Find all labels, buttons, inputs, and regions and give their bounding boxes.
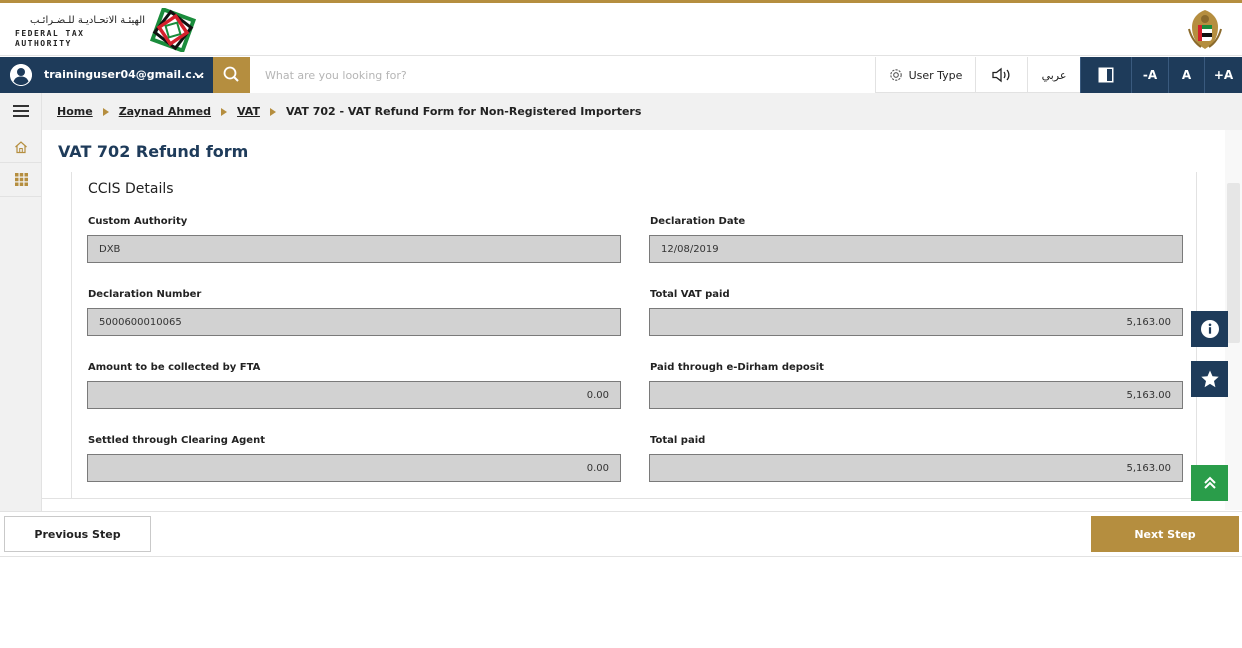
declaration-number-label: Declaration Number	[88, 289, 202, 300]
edirham-paid-label: Paid through e-Dirham deposit	[650, 362, 824, 373]
next-step-button[interactable]: Next Step	[1091, 516, 1239, 552]
sidebar-apps-button[interactable]	[0, 163, 42, 197]
previous-step-button[interactable]: Previous Step	[4, 516, 151, 552]
ccis-details-card: CCIS Details Custom Authority DXB Declar…	[71, 172, 1197, 498]
breadcrumb-home-link[interactable]: Home	[57, 105, 93, 118]
star-icon	[1200, 370, 1219, 388]
search-icon	[223, 66, 239, 82]
edirham-paid-field: 5,163.00	[649, 381, 1183, 409]
chevron-down-icon	[194, 72, 204, 79]
favorite-button[interactable]	[1191, 361, 1228, 397]
uae-emblem-icon	[1188, 10, 1222, 49]
fta-logo-icon[interactable]	[150, 8, 196, 52]
search-input[interactable]	[250, 57, 875, 93]
total-vat-paid-field: 5,163.00	[649, 308, 1183, 336]
menu-toggle-button[interactable]	[0, 93, 42, 129]
custom-authority-field: DXB	[87, 235, 621, 263]
hamburger-icon	[13, 105, 29, 117]
info-icon	[1200, 320, 1219, 338]
font-increase-button[interactable]: +A	[1204, 57, 1242, 93]
arabic-language-link[interactable]: عربي	[1027, 57, 1080, 93]
grid-icon	[14, 173, 28, 186]
logo-arabic-text: الهيئـة الاتحـاديـة للـضـرائـب	[29, 15, 145, 26]
user-avatar-icon	[10, 64, 32, 86]
font-decrease-button[interactable]: -A	[1131, 57, 1168, 93]
total-vat-paid-label: Total VAT paid	[650, 289, 730, 300]
contrast-icon	[1098, 67, 1114, 83]
amount-collected-field: 0.00	[87, 381, 621, 409]
sidebar-home-button[interactable]	[0, 131, 42, 163]
home-icon	[15, 140, 27, 153]
amount-collected-label: Amount to be collected by FTA	[88, 362, 261, 373]
clearing-agent-field: 0.00	[87, 454, 621, 482]
user-type-button[interactable]: User Type	[875, 57, 975, 93]
breadcrumb-separator-icon	[269, 107, 276, 116]
gear-icon	[889, 69, 902, 81]
total-paid-label: Total paid	[650, 435, 706, 446]
logo-english-text: FEDERAL TAX AUTHORITY	[15, 29, 85, 48]
top-toolbar: traininguser04@gmail.c... User Type عربي…	[0, 57, 1242, 93]
section-title: CCIS Details	[88, 181, 174, 197]
user-type-label: User Type	[908, 68, 963, 82]
breadcrumb-separator-icon	[102, 107, 109, 116]
speaker-icon	[991, 67, 1010, 83]
double-chevron-up-icon	[1203, 476, 1216, 489]
page-title: VAT 702 Refund form	[58, 142, 249, 161]
form-footer: Previous Step Next Step	[0, 511, 1242, 557]
user-account-menu[interactable]: traininguser04@gmail.c...	[0, 57, 213, 93]
scroll-to-top-button[interactable]	[1191, 465, 1228, 501]
scrollbar-thumb[interactable]	[1227, 183, 1240, 343]
declaration-date-field: 12/08/2019	[649, 235, 1183, 263]
site-header: الهيئـة الاتحـاديـة للـضـرائـب FEDERAL T…	[0, 3, 1242, 56]
declaration-date-label: Declaration Date	[650, 216, 746, 227]
font-normal-button[interactable]: A	[1168, 57, 1204, 93]
declaration-number-field: 5000600010065	[87, 308, 621, 336]
text-to-speech-button[interactable]	[975, 57, 1027, 93]
user-email: traininguser04@gmail.c...	[44, 68, 205, 81]
search-button[interactable]	[213, 57, 250, 93]
fta-logo-text[interactable]: الهيئـة الاتحـاديـة للـضـرائـب FEDERAL T…	[15, 15, 145, 49]
contrast-toggle-button[interactable]	[1080, 57, 1131, 93]
breadcrumb-user-link[interactable]: Zaynad Ahmed	[119, 105, 211, 118]
total-paid-field: 5,163.00	[649, 454, 1183, 482]
breadcrumb-vat-link[interactable]: VAT	[237, 105, 260, 118]
clearing-agent-label: Settled through Clearing Agent	[88, 435, 265, 446]
breadcrumb-current: VAT 702 - VAT Refund Form for Non-Regist…	[285, 105, 642, 118]
custom-authority-label: Custom Authority	[88, 216, 188, 227]
breadcrumb: Home Zaynad Ahmed VAT VAT 702 - VAT Refu…	[42, 93, 1242, 130]
main-content: VAT 702 Refund form CCIS Details Custom …	[42, 130, 1225, 499]
breadcrumb-separator-icon	[221, 107, 228, 116]
info-button[interactable]	[1191, 311, 1228, 347]
